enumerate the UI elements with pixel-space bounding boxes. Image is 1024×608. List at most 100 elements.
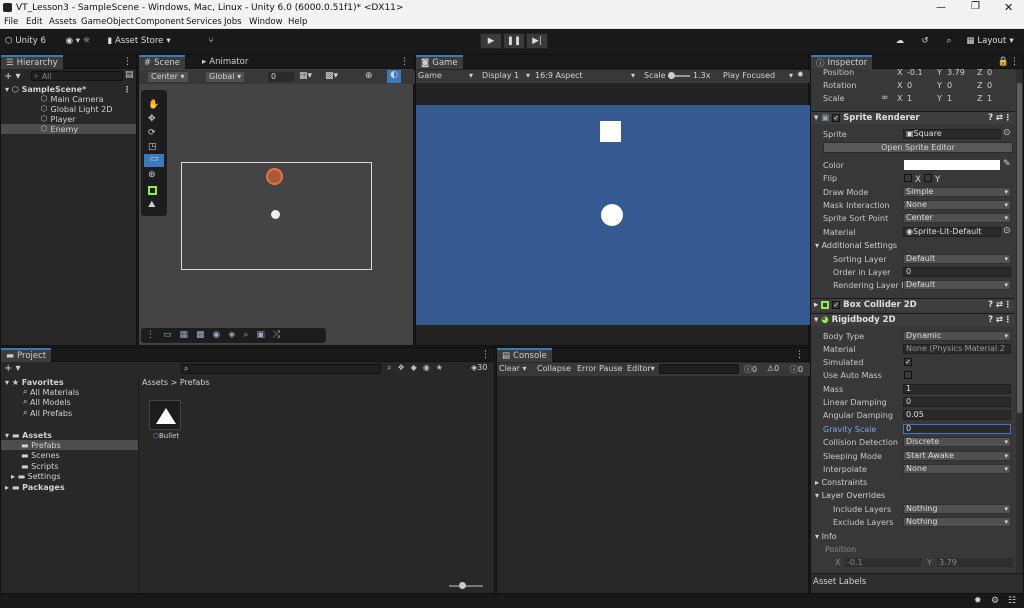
box-collider-enabled-checkbox[interactable]: ✓ [832, 301, 841, 309]
scene-menu-icon[interactable]: ⋮ [123, 85, 131, 94]
layout-dropdown[interactable]: ▦ Layout ▾ [964, 33, 1016, 49]
rect-tool-icon[interactable]: ▭ [144, 154, 164, 167]
panel-menu-icon[interactable]: ⋮ [400, 57, 409, 67]
flip-x-checkbox[interactable]: X [904, 174, 921, 185]
snap-increment-icon[interactable]: ▩▾ [325, 71, 338, 81]
account-dropdown[interactable]: ◉ ▾ ☼ [60, 33, 96, 49]
scale-slider[interactable] [668, 72, 690, 79]
box-collider-header[interactable]: ▸ ✓ Box Collider 2D ? ⇄ ⋮ [811, 298, 1015, 311]
menu-assets[interactable]: Assets [49, 17, 77, 27]
include-layers-dropdown[interactable]: Nothing [903, 504, 1011, 514]
search-options-icon[interactable]: ▤ [125, 70, 134, 80]
collapse-button[interactable]: Collapse [537, 364, 571, 373]
cache-server-icon[interactable]: ⚙ [991, 596, 999, 606]
auto-mass-checkbox[interactable] [904, 371, 912, 379]
create-asset-button[interactable]: + ▾ [4, 363, 21, 374]
sprite-renderer-enabled-checkbox[interactable]: ✓ [832, 114, 841, 122]
menu-jobs[interactable]: Jobs [224, 17, 242, 27]
game-viewport[interactable] [416, 105, 810, 325]
lock-icon[interactable]: 🔒 [998, 57, 1009, 67]
debug-mode-icon[interactable]: ☷ [1008, 596, 1016, 606]
additional-settings-foldout[interactable]: ▾ Additional Settings [815, 241, 897, 250]
favorites-foldout[interactable]: ▾ ★ Favorites [1, 377, 138, 387]
component-preset-icon[interactable]: ⇄ [996, 113, 1003, 123]
rendering-layer-dropdown[interactable]: Default [903, 280, 1011, 290]
tab-project[interactable]: ▬ Project [1, 348, 52, 362]
folder-prefabs[interactable]: ▬ Prefabs [1, 440, 138, 450]
draw-mode-dropdown[interactable]: Simple [903, 187, 1011, 197]
scene-row[interactable]: ▾ ⬡ SampleScene* ⋮ [1, 84, 136, 94]
sort-point-dropdown[interactable]: Center [903, 213, 1011, 223]
error-pause-button[interactable]: Error Pause [577, 364, 623, 373]
component-menu-icon[interactable]: ⋮ [1004, 300, 1013, 310]
error-count-toggle[interactable]: ⓘ0 [790, 364, 803, 375]
material-field[interactable]: ◉Sprite-Lit-Default [903, 227, 1001, 237]
linear-damping-field[interactable]: 0 [903, 397, 1011, 407]
menu-services[interactable]: Services [186, 17, 222, 27]
material-picker-icon[interactable]: ⊙ [1003, 226, 1011, 236]
unity-account-button[interactable]: ⬡ Unity 6 [5, 33, 51, 49]
simulated-checkbox[interactable]: ✓ [904, 358, 912, 366]
packages-foldout[interactable]: ▸ ▬ Packages [1, 482, 138, 492]
panel-menu-icon[interactable]: ⋮ [795, 350, 804, 360]
rect-icon[interactable]: ▭ [163, 330, 172, 341]
open-sprite-editor-button[interactable]: Open Sprite Editor [823, 142, 1013, 153]
create-button[interactable]: + ▾ [4, 71, 21, 82]
light-icon[interactable]: ◉ [213, 330, 221, 341]
tab-console[interactable]: ▤ Console [497, 348, 552, 362]
folder-scripts[interactable]: ▬ Scripts [1, 461, 138, 471]
scale-tool-icon[interactable]: ◳ [148, 142, 157, 152]
search-icon[interactable]: ⌕ [942, 33, 956, 49]
eye-icon[interactable]: ◈ [228, 330, 235, 341]
mask-interaction-dropdown[interactable]: None [903, 200, 1011, 210]
tab-inspector[interactable]: ⓘ Inspector [811, 55, 873, 69]
constrain-scale-icon[interactable]: ∞ [881, 93, 889, 103]
collider-edit-icon[interactable] [148, 186, 157, 195]
move-tool-icon[interactable]: ✥ [148, 114, 156, 124]
version-control-icon[interactable]: ⑂ [204, 33, 218, 49]
globe-icon[interactable]: ⊕ [365, 71, 373, 81]
constraints-foldout[interactable]: ▸ Constraints [815, 478, 867, 487]
clear-dropdown[interactable]: Clear ▾ [499, 364, 526, 373]
interpolate-dropdown[interactable]: None [903, 464, 1011, 474]
player-gizmo[interactable] [266, 168, 283, 185]
tab-scene[interactable]: # Scene [139, 55, 186, 69]
pause-button[interactable]: ❚❚ [503, 33, 525, 49]
component-menu-icon[interactable]: ⋮ [1004, 113, 1013, 123]
game-mode-dropdown[interactable]: Game ▾ [418, 71, 473, 80]
body-type-dropdown[interactable]: Dynamic [903, 331, 1011, 341]
sleeping-mode-dropdown[interactable]: Start Awake [903, 451, 1011, 461]
sprite-icon[interactable]: ▩ [196, 330, 205, 341]
play-focus-dropdown[interactable]: Play Focused ▾ [723, 71, 793, 80]
editor-dropdown[interactable]: Editor▾ [627, 364, 655, 373]
inspector-scrollbar[interactable] [1016, 69, 1023, 579]
eyedropper-icon[interactable]: ✎ [1003, 159, 1011, 169]
hierarchy-item-main-camera[interactable]: ⬡ Main Camera [1, 94, 136, 104]
thumbnail-size-slider[interactable] [449, 582, 483, 589]
layers-icon[interactable]: ❖ [397, 363, 404, 373]
panel-menu-icon[interactable]: ⋮ [123, 57, 132, 67]
warning-count-toggle[interactable]: ⚠0 [767, 364, 779, 373]
cloud-icon[interactable]: ☁ [893, 33, 907, 49]
transform-tool-icon[interactable]: ⊛ [148, 170, 156, 180]
log-count-toggle[interactable]: ⓘ0 [744, 364, 757, 375]
settings-gear-icon[interactable]: ✹ [797, 70, 804, 79]
hierarchy-item-global-light[interactable]: ⬡ Global Light 2D [1, 104, 136, 114]
breadcrumb-assets[interactable]: Assets [142, 378, 168, 387]
visibility-icon[interactable]: ◉ [423, 363, 430, 373]
object-picker-icon[interactable]: ⊙ [1003, 128, 1011, 138]
component-help-icon[interactable]: ? [988, 315, 993, 325]
shuffle-icon[interactable]: ⤮ [273, 330, 280, 341]
hidden-packages-count[interactable]: ◈30 [471, 363, 487, 372]
console-search-input[interactable] [659, 364, 739, 374]
tab-hierarchy[interactable]: ☰ Hierarchy [1, 55, 63, 69]
sprite-field[interactable]: ▣Square [903, 129, 1001, 139]
search-by-type-icon[interactable]: ⌕ [387, 363, 391, 373]
color-field[interactable] [904, 160, 1000, 170]
asset-store-button[interactable]: ▮ Asset Store ▾ [106, 33, 172, 49]
search-input[interactable]: ⌕ All [31, 71, 123, 81]
info-foldout[interactable]: ▾ Info [815, 532, 837, 541]
component-help-icon[interactable]: ? [988, 300, 993, 310]
panel-menu-icon[interactable]: ⋮ [1010, 57, 1019, 67]
assets-foldout[interactable]: ▾ ▬ Assets [1, 430, 138, 440]
